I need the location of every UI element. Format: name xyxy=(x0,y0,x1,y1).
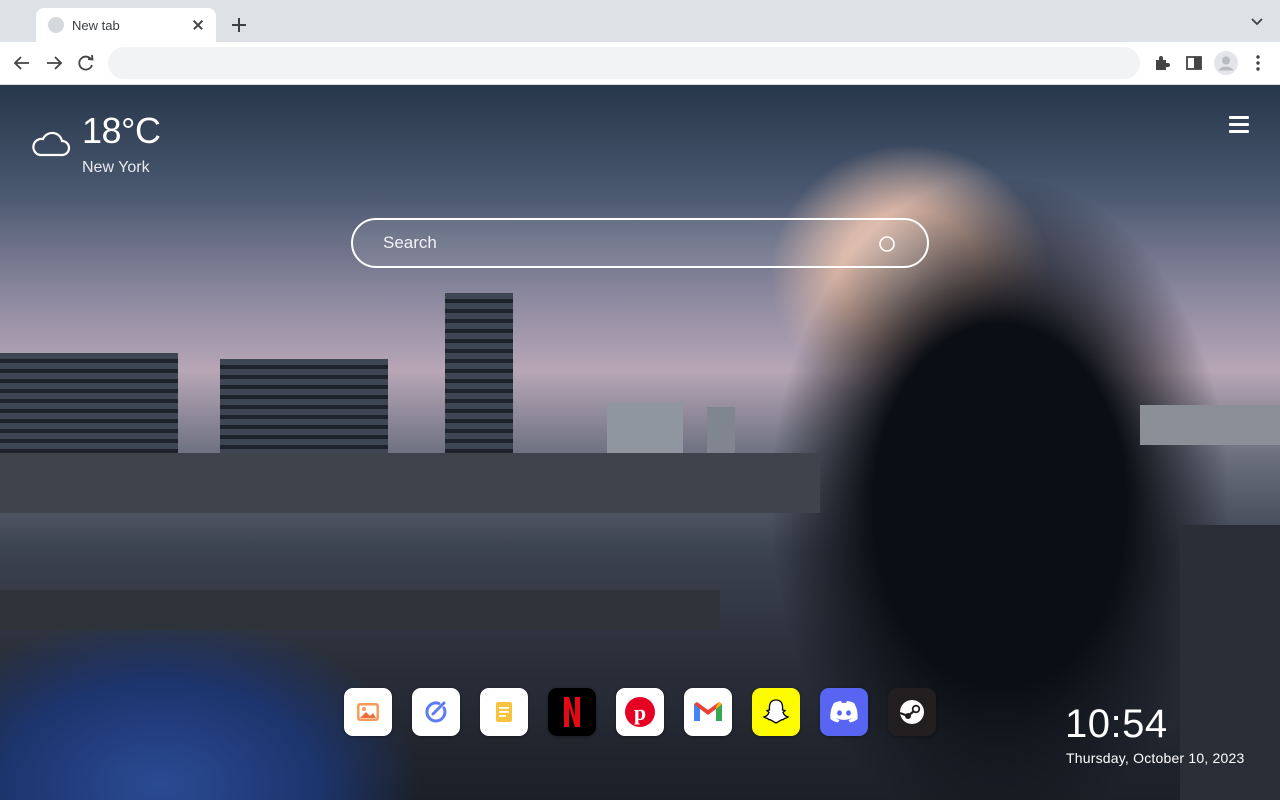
search-icon[interactable] xyxy=(877,234,899,256)
overpass xyxy=(0,590,720,630)
clock-time: 10:54 xyxy=(1065,702,1168,746)
clock-date: Thursday, October 10, 2023 xyxy=(1066,750,1245,766)
app-pinterest[interactable]: p xyxy=(616,688,664,736)
tab-strip: New tab xyxy=(0,0,1280,42)
tab-title: New tab xyxy=(72,17,120,33)
hamburger-icon[interactable] xyxy=(1229,116,1249,134)
overpass xyxy=(1140,405,1280,445)
reload-icon[interactable] xyxy=(75,52,97,74)
gmail-icon xyxy=(694,702,722,721)
globe-icon xyxy=(48,17,64,33)
search-input[interactable] xyxy=(383,220,863,266)
app-snapchat[interactable] xyxy=(752,688,800,736)
steam-icon xyxy=(899,700,924,724)
netflix-icon xyxy=(564,697,580,727)
discord-icon xyxy=(830,701,858,723)
puzzle-icon[interactable] xyxy=(1151,52,1173,74)
browser-toolbar xyxy=(0,42,1280,85)
plus-icon[interactable] xyxy=(228,14,250,36)
side-panel-icon[interactable] xyxy=(1183,52,1205,74)
profile-avatar[interactable] xyxy=(1214,51,1238,75)
app-netflix[interactable] xyxy=(548,688,596,736)
cloud-icon xyxy=(32,131,71,157)
kebab-menu-icon[interactable] xyxy=(1247,52,1269,74)
note-icon xyxy=(496,702,512,722)
temperature: 18°C xyxy=(82,110,161,151)
snapchat-icon xyxy=(762,699,790,724)
tab-new-tab[interactable]: New tab xyxy=(36,8,216,42)
overpass xyxy=(0,453,820,513)
check-circle-icon xyxy=(425,701,447,723)
pinterest-icon: p xyxy=(625,697,655,727)
close-icon[interactable] xyxy=(190,17,206,33)
address-bar[interactable] xyxy=(108,47,1140,79)
chevron-down-icon[interactable] xyxy=(1250,17,1264,27)
app-notes[interactable] xyxy=(480,688,528,736)
app-photos[interactable] xyxy=(344,688,392,736)
app-gmail[interactable] xyxy=(684,688,732,736)
image-icon xyxy=(357,703,379,721)
arrow-right-icon[interactable] xyxy=(43,52,65,74)
app-steam[interactable] xyxy=(888,688,936,736)
weather-city: New York xyxy=(82,159,150,176)
svg-text:p: p xyxy=(634,700,646,725)
app-dock: p xyxy=(344,688,936,736)
search-bar[interactable] xyxy=(351,218,929,268)
arrow-left-icon[interactable] xyxy=(11,52,33,74)
app-discord[interactable] xyxy=(820,688,868,736)
app-tasks[interactable] xyxy=(412,688,460,736)
weather-widget[interactable]: 18°C New York xyxy=(30,110,170,180)
